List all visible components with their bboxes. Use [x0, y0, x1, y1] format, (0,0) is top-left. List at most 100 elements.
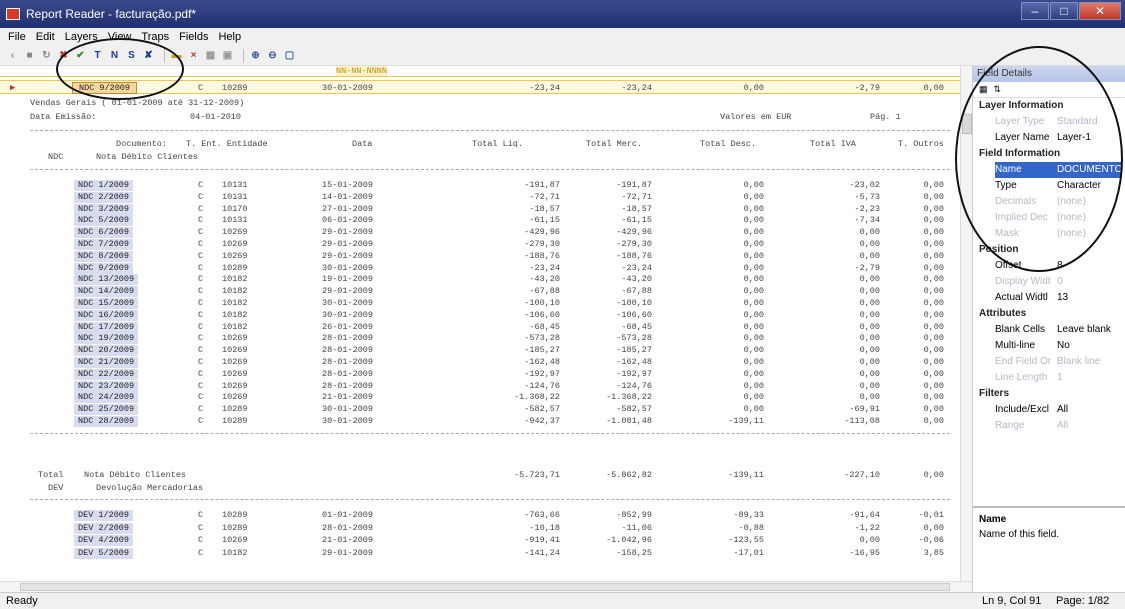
- issue-date: 04-01-2010: [190, 112, 242, 122]
- back-icon[interactable]: ‹: [6, 49, 19, 62]
- prop-key: Actual Widtl: [995, 292, 1048, 303]
- field-delete-icon[interactable]: ×: [187, 49, 200, 62]
- table-row[interactable]: NDC 28/2009 C 10289 30-01-2009 -942,37 -1.081…: [0, 416, 960, 427]
- prop-offset[interactable]: Offset 8: [973, 258, 1125, 274]
- horizontal-scrollbar[interactable]: [0, 581, 972, 592]
- trap-n-icon[interactable]: N: [108, 49, 121, 62]
- cell-outros: 0,00: [923, 191, 944, 202]
- current-record-row[interactable]: ▶ NDC 9/2009 C 10289 30-01-2009 -23,24 -…: [0, 80, 960, 94]
- table-row[interactable]: NDC 20/2009 C 10269 28-01-2009 -185,27 -185,2…: [0, 345, 960, 357]
- table-row[interactable]: NDC 8/2009 C 10269 29-01-2009 -188,76 -188,76…: [0, 250, 960, 262]
- menu-file[interactable]: File: [8, 31, 26, 43]
- cell-iva: 0,00: [859, 298, 880, 308]
- prop-layer-name[interactable]: Layer Name Layer-1: [973, 130, 1125, 146]
- cell-merc: -43,20: [621, 274, 652, 285]
- cell-type: C: [198, 309, 204, 320]
- table-row[interactable]: NDC 21/2009 C 10269 28-01-2009 -162,48 -162,4…: [0, 357, 960, 368]
- cell-iva: 0,00: [859, 239, 880, 249]
- delete-icon[interactable]: ✖: [57, 49, 70, 62]
- cell-ent: 10289: [222, 510, 248, 520]
- prop-key: Include/Excl: [995, 404, 1049, 415]
- prop-display-width[interactable]: Display Widt 0: [973, 274, 1125, 290]
- table-row[interactable]: NDC 15/2009 C 10182 30-01-2009 -100,10 -100,1…: [0, 298, 960, 309]
- cell-liq: -188,76: [524, 250, 560, 261]
- table-row[interactable]: NDC 9/2009 C 10289 30-01-2009 -23,24 -23,24 0,…: [0, 262, 960, 274]
- cell-merc: -429,96: [616, 227, 652, 238]
- table-row[interactable]: NDC 5/2009 C 10131 06-01-2009 -61,15 -61,15 0,…: [0, 215, 960, 227]
- section-attributes[interactable]: Attributes: [973, 306, 1125, 322]
- table-row[interactable]: NDC 3/2009 C 10170 27-01-2009 -18,57 -18,57 0,…: [0, 203, 960, 215]
- cell-doc: DEV 1/2009: [74, 510, 134, 521]
- table-row[interactable]: NDC 13/2009 C 10182 19-01-2009 -43,20 -43,20 0…: [0, 274, 960, 286]
- table-row[interactable]: NDC 1/2009 C 10131 15-01-2009 -191,87 -191,87…: [0, 180, 960, 191]
- prop-blank-cells[interactable]: Blank Cells Leave blank: [973, 322, 1125, 338]
- categorized-icon[interactable]: ▦: [979, 84, 988, 95]
- cell-desc: -123,55: [728, 535, 764, 546]
- table-row[interactable]: NDC 22/2009 C 10269 28-01-2009 -192,97 -192,9…: [0, 368, 960, 380]
- vertical-scrollbar[interactable]: [960, 66, 972, 581]
- table-row[interactable]: NDC 23/2009 C 10269 28-01-2009 -124,76 -124,7…: [0, 380, 960, 392]
- menu-help[interactable]: Help: [218, 31, 241, 43]
- cell-desc: 0,00: [743, 392, 764, 403]
- table-row[interactable]: NDC 17/2009 C 10182 26-01-2009 -68,45 -68,45 0…: [0, 321, 960, 333]
- prop-type[interactable]: Type Character: [973, 178, 1125, 194]
- table-row[interactable]: NDC 24/2009 C 10269 21-01-2009 -1.368,22 -1.3…: [0, 392, 960, 404]
- total-merc: -5.862,82: [606, 470, 652, 480]
- prop-line-length[interactable]: Line Length 1: [973, 370, 1125, 386]
- layout-icon[interactable]: ▣: [221, 49, 234, 62]
- prop-actual-width[interactable]: Actual Widtl 13: [973, 290, 1125, 306]
- table-row[interactable]: DEV 2/2009 C 10289 28-01-2009 -10,18 -11,06 -0…: [0, 522, 960, 534]
- prop-multi-line[interactable]: Multi-line No: [973, 338, 1125, 354]
- section-filters[interactable]: Filters: [973, 386, 1125, 402]
- trap-t-icon[interactable]: T: [91, 49, 104, 62]
- menu-traps[interactable]: Traps: [141, 31, 169, 43]
- zoom-in-icon[interactable]: ⊕: [249, 49, 262, 62]
- sort-icon[interactable]: ⇅: [994, 84, 1002, 95]
- table-row[interactable]: NDC 7/2009 C 10269 29-01-2009 -279,30 -279,30…: [0, 239, 960, 250]
- menu-edit[interactable]: Edit: [36, 31, 55, 43]
- cell-merc: -852,99: [616, 510, 652, 520]
- table-row[interactable]: NDC 6/2009 C 10269 29-01-2009 -429,96 -429,96…: [0, 227, 960, 239]
- grid-icon[interactable]: ▦: [204, 49, 217, 62]
- table-row[interactable]: DEV 1/2009 C 10289 01-01-2009 -763,66 -852,99…: [0, 510, 960, 521]
- table-row[interactable]: NDC 2/2009 C 10131 14-01-2009 -72,71 -72,71 0,…: [0, 191, 960, 203]
- fit-icon[interactable]: ▢: [283, 49, 296, 62]
- table-row[interactable]: DEV 4/2009 C 10269 21-01-2009 -919,41 -1.042,…: [0, 535, 960, 547]
- section-field[interactable]: Field Information: [973, 146, 1125, 162]
- table-row[interactable]: NDC 19/2009 C 10269 28-01-2009 -573,28 -573,2…: [0, 333, 960, 345]
- close-button[interactable]: ✕: [1079, 2, 1121, 20]
- section-layer[interactable]: Layer Information: [973, 98, 1125, 114]
- vertical-scroll-thumb[interactable]: [962, 114, 972, 134]
- menu-view[interactable]: View: [108, 31, 132, 43]
- minimize-button[interactable]: –: [1021, 2, 1049, 20]
- refresh-icon[interactable]: ↻: [40, 49, 53, 62]
- prop-layer-type[interactable]: Layer Type Standard: [973, 114, 1125, 130]
- report-view[interactable]: NN-NN-NNNN ▶ NDC 9/2009 C 10289 30-01-20…: [0, 66, 960, 581]
- save-icon[interactable]: ■: [23, 49, 36, 62]
- menu-layers[interactable]: Layers: [65, 31, 98, 43]
- check-icon[interactable]: ✔: [74, 49, 87, 62]
- trap-x-icon[interactable]: ✘: [142, 49, 155, 62]
- zoom-out-icon[interactable]: ⊖: [266, 49, 279, 62]
- prop-implied-dec[interactable]: Implied Dec (none): [973, 210, 1125, 226]
- field-details-panel: Field Details ▦ ⇅ Layer Information Laye…: [972, 66, 1125, 592]
- prop-mask[interactable]: Mask (none): [973, 226, 1125, 242]
- table-row[interactable]: NDC 25/2009 C 10289 30-01-2009 -582,57 -582,5…: [0, 404, 960, 416]
- field-icon[interactable]: ▬: [170, 49, 183, 62]
- horizontal-scroll-thumb[interactable]: [20, 583, 950, 591]
- prop-decimals[interactable]: Decimals (none): [973, 194, 1125, 210]
- section-position[interactable]: Position: [973, 242, 1125, 258]
- cell-type: C: [198, 180, 204, 190]
- prop-range[interactable]: Range All: [973, 418, 1125, 434]
- cell-iva: 0,00: [859, 357, 880, 367]
- maximize-button[interactable]: □: [1050, 2, 1078, 20]
- prop-end-field[interactable]: End Field Or Blank line: [973, 354, 1125, 370]
- trap-s-icon[interactable]: S: [125, 49, 138, 62]
- prop-include-exclude[interactable]: Include/Excl All: [973, 402, 1125, 418]
- prop-name[interactable]: Name DOCUMENTO: [973, 162, 1125, 178]
- menu-fields[interactable]: Fields: [179, 31, 208, 43]
- table-row[interactable]: NDC 14/2009 C 10182 29-01-2009 -67,88 -67,88 0…: [0, 286, 960, 298]
- table-row[interactable]: DEV 5/2009 C 10182 29-01-2009 -141,24 -158,25…: [0, 547, 960, 559]
- prop-value: Leave blank: [1057, 324, 1111, 335]
- table-row[interactable]: NDC 16/2009 C 10182 30-01-2009 -106,60 -106,6…: [0, 309, 960, 321]
